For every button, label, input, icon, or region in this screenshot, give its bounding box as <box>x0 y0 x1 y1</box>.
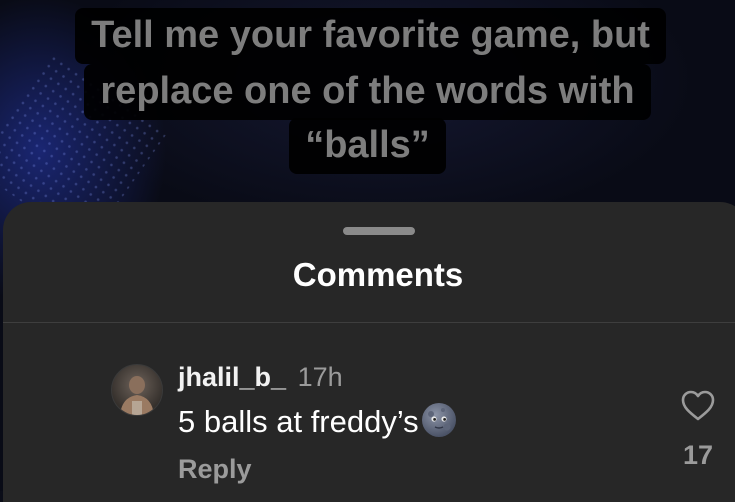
caption-line-1: Tell me your favorite game, but <box>75 8 666 64</box>
caption-line-2: replace one of the words with <box>84 64 651 120</box>
new-moon-face-icon <box>421 403 456 437</box>
comment-timestamp: 17h <box>297 362 343 392</box>
sheet-title: Comments <box>292 256 464 293</box>
username[interactable]: jhalil_b_ <box>178 362 286 392</box>
avatar[interactable] <box>111 364 163 416</box>
reply-button[interactable]: Reply <box>178 454 252 485</box>
comment-text: 5 balls at freddy’s <box>178 404 419 439</box>
heart-icon[interactable] <box>681 390 715 422</box>
sheet-drag-handle[interactable] <box>343 227 415 235</box>
header-divider <box>3 322 735 323</box>
comment-body: 5 balls at freddy’s <box>178 402 457 440</box>
video-caption: Tell me your favorite game, but replace … <box>0 8 735 174</box>
comments-sheet: Comments jhalil_b_ 17h 5 balls at freddy… <box>3 202 735 502</box>
like-count: 17 <box>682 440 714 470</box>
comment-author[interactable]: jhalil_b_ 17h <box>178 362 343 393</box>
caption-line-3: “balls” <box>289 118 446 174</box>
